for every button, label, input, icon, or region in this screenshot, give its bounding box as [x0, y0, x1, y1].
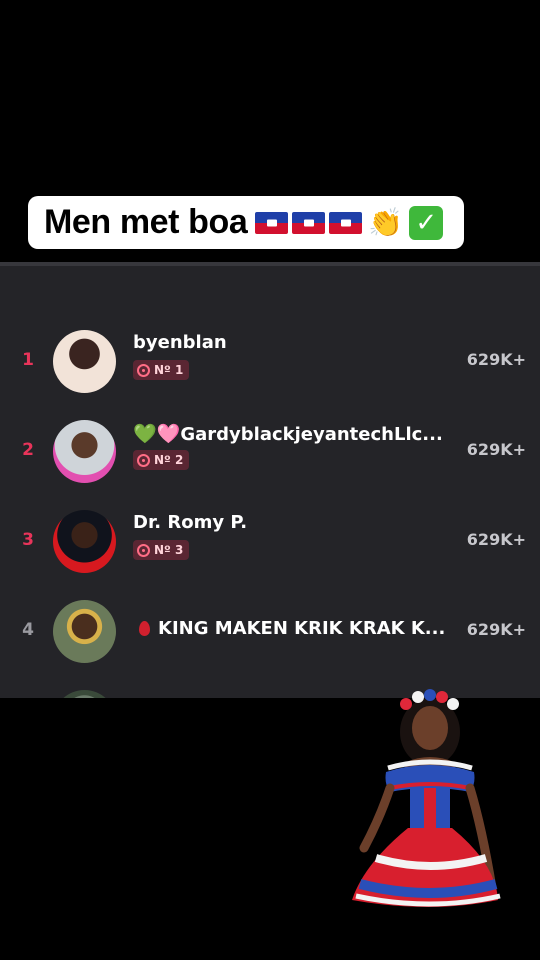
user-name: GardyblackjeyantechLlc... [180, 424, 443, 445]
rank-badge: Nº 3 [133, 540, 190, 560]
user-name-line: 💚🩷GardyblackjeyantechLlc... [133, 422, 451, 445]
haiti-flag-icon [255, 211, 289, 234]
medal-icon [137, 453, 150, 467]
clapping-hands-icon: 👏 [368, 205, 404, 239]
rank-badge-label: Nº 2 [154, 453, 184, 467]
leaderboard-row[interactable]: 2 💚🩷GardyblackjeyantechLlc... Nº 2 629K+ [0, 408, 540, 498]
rank-badge-label: Nº 3 [154, 543, 184, 557]
rank-badge: Nº 1 [133, 360, 190, 380]
blood-drop-icon [139, 621, 150, 636]
user-name-line: KING MAKEN KRIK KRAK K... [133, 618, 451, 639]
haiti-flag-icon [329, 211, 363, 234]
caption-banner: Men met boa 👏 ✓ [28, 196, 464, 249]
score-value: 629K+ [466, 350, 526, 369]
user-avatar[interactable] [53, 690, 116, 698]
rank-number: 1 [22, 350, 34, 370]
green-heart-icon: 💚 [133, 423, 157, 445]
check-mark-icon: ✓ [409, 205, 444, 240]
leaderboard-row[interactable]: 4 KING MAKEN KRIK KRAK K... 629K+ [0, 588, 540, 678]
user-name: byenblan [133, 332, 227, 353]
leaderboard-row[interactable]: 1 byenblan Nº 1 629K+ [0, 318, 540, 408]
medal-icon [137, 363, 150, 377]
caption-text: Men met boa [44, 203, 248, 241]
score-value: 629K+ [466, 620, 526, 639]
leaderboard-panel: 1 byenblan Nº 1 629K+ 2 💚🩷Gardyblackjeya… [0, 262, 540, 698]
medal-icon [137, 543, 150, 557]
user-name: KING MAKEN KRIK KRAK K... [158, 618, 446, 639]
rank-number: 4 [22, 620, 34, 640]
rank-badge: Nº 2 [133, 450, 190, 470]
score-value: 629K+ [466, 440, 526, 459]
leaderboard-row[interactable]: 3 Dr. Romy P. Nº 3 629K+ [0, 498, 540, 588]
caption-emojis: 👏 ✓ [255, 205, 444, 240]
pink-heart-icon: 🩷 [156, 423, 181, 445]
screen: Men met boa 👏 ✓ 1 byenblan Nº 1 629K+ 2 … [0, 0, 540, 960]
rank-badge-label: Nº 1 [154, 363, 184, 377]
user-avatar[interactable] [53, 510, 116, 573]
user-name: Dr. Romy P. [133, 512, 248, 533]
user-avatar[interactable] [53, 600, 116, 663]
user-avatar[interactable] [53, 420, 116, 483]
haiti-flag-icon [292, 211, 326, 234]
user-avatar[interactable] [53, 330, 116, 393]
rank-number: 2 [22, 440, 34, 460]
person-overlay-image [352, 689, 501, 907]
rank-number: 3 [22, 530, 34, 550]
score-value: 629K+ [466, 530, 526, 549]
